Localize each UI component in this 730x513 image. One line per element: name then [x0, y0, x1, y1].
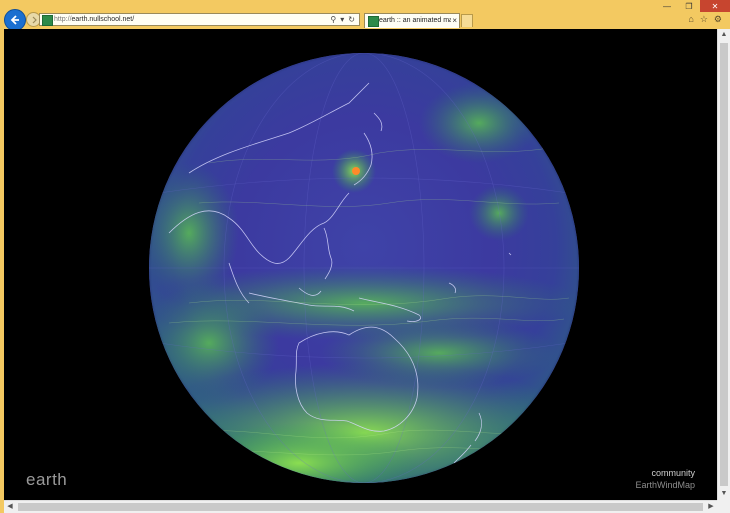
- maximize-button[interactable]: ❐: [678, 0, 700, 12]
- back-button[interactable]: [4, 9, 26, 31]
- url-host: earth.nullschool.net/: [71, 16, 135, 23]
- close-button[interactable]: ✕: [700, 0, 730, 12]
- horizontal-scrollbar[interactable]: ◀ ▶: [4, 500, 717, 513]
- earthwindmap-link[interactable]: EarthWindMap: [635, 480, 695, 490]
- tab-favicon-icon: [368, 16, 379, 27]
- browser-window: http://earth.nullschool.net/ ⚲ ▾ ↻ earth…: [0, 0, 730, 513]
- new-tab-button[interactable]: [461, 14, 473, 27]
- title-bar: http://earth.nullschool.net/ ⚲ ▾ ↻ earth…: [0, 0, 730, 31]
- site-favicon-icon: [42, 15, 53, 26]
- tab-title: earth :: an animated map ...: [379, 17, 451, 24]
- vertical-scrollbar[interactable]: ▲ ▼: [717, 29, 730, 500]
- url-text[interactable]: http://earth.nullschool.net/: [54, 14, 134, 25]
- scroll-left-icon[interactable]: ◀: [4, 501, 16, 513]
- forward-arrow-icon: [32, 16, 37, 23]
- wind-globe[interactable]: [149, 53, 579, 483]
- scroll-right-icon[interactable]: ▶: [705, 501, 717, 513]
- favorites-icon[interactable]: ☆: [700, 14, 708, 25]
- home-icon[interactable]: ⌂: [688, 14, 693, 25]
- earth-menu-label[interactable]: earth: [26, 470, 67, 490]
- back-arrow-icon: [10, 15, 19, 25]
- dropdown-icon[interactable]: ▾: [340, 15, 344, 24]
- page-viewport: earth community EarthWindMap: [4, 29, 717, 500]
- search-icon[interactable]: ⚲: [330, 15, 336, 24]
- community-link[interactable]: community: [651, 468, 695, 478]
- address-bar[interactable]: http://earth.nullschool.net/ ⚲ ▾ ↻: [39, 13, 360, 26]
- globe-map-graphic: [149, 53, 579, 483]
- tab-earth[interactable]: earth :: an animated map ... ×: [364, 13, 460, 28]
- minimize-button[interactable]: —: [656, 0, 678, 12]
- scrollbar-corner: [717, 500, 730, 513]
- tab-close-icon[interactable]: ×: [452, 15, 457, 26]
- scroll-up-icon[interactable]: ▲: [718, 29, 730, 41]
- url-scheme: http://: [54, 16, 72, 23]
- settings-icon[interactable]: ⚙: [714, 14, 722, 25]
- scroll-down-icon[interactable]: ▼: [718, 488, 730, 500]
- horizontal-scroll-thumb[interactable]: [18, 503, 703, 511]
- refresh-icon[interactable]: ↻: [348, 15, 355, 24]
- vertical-scroll-thumb[interactable]: [720, 43, 728, 486]
